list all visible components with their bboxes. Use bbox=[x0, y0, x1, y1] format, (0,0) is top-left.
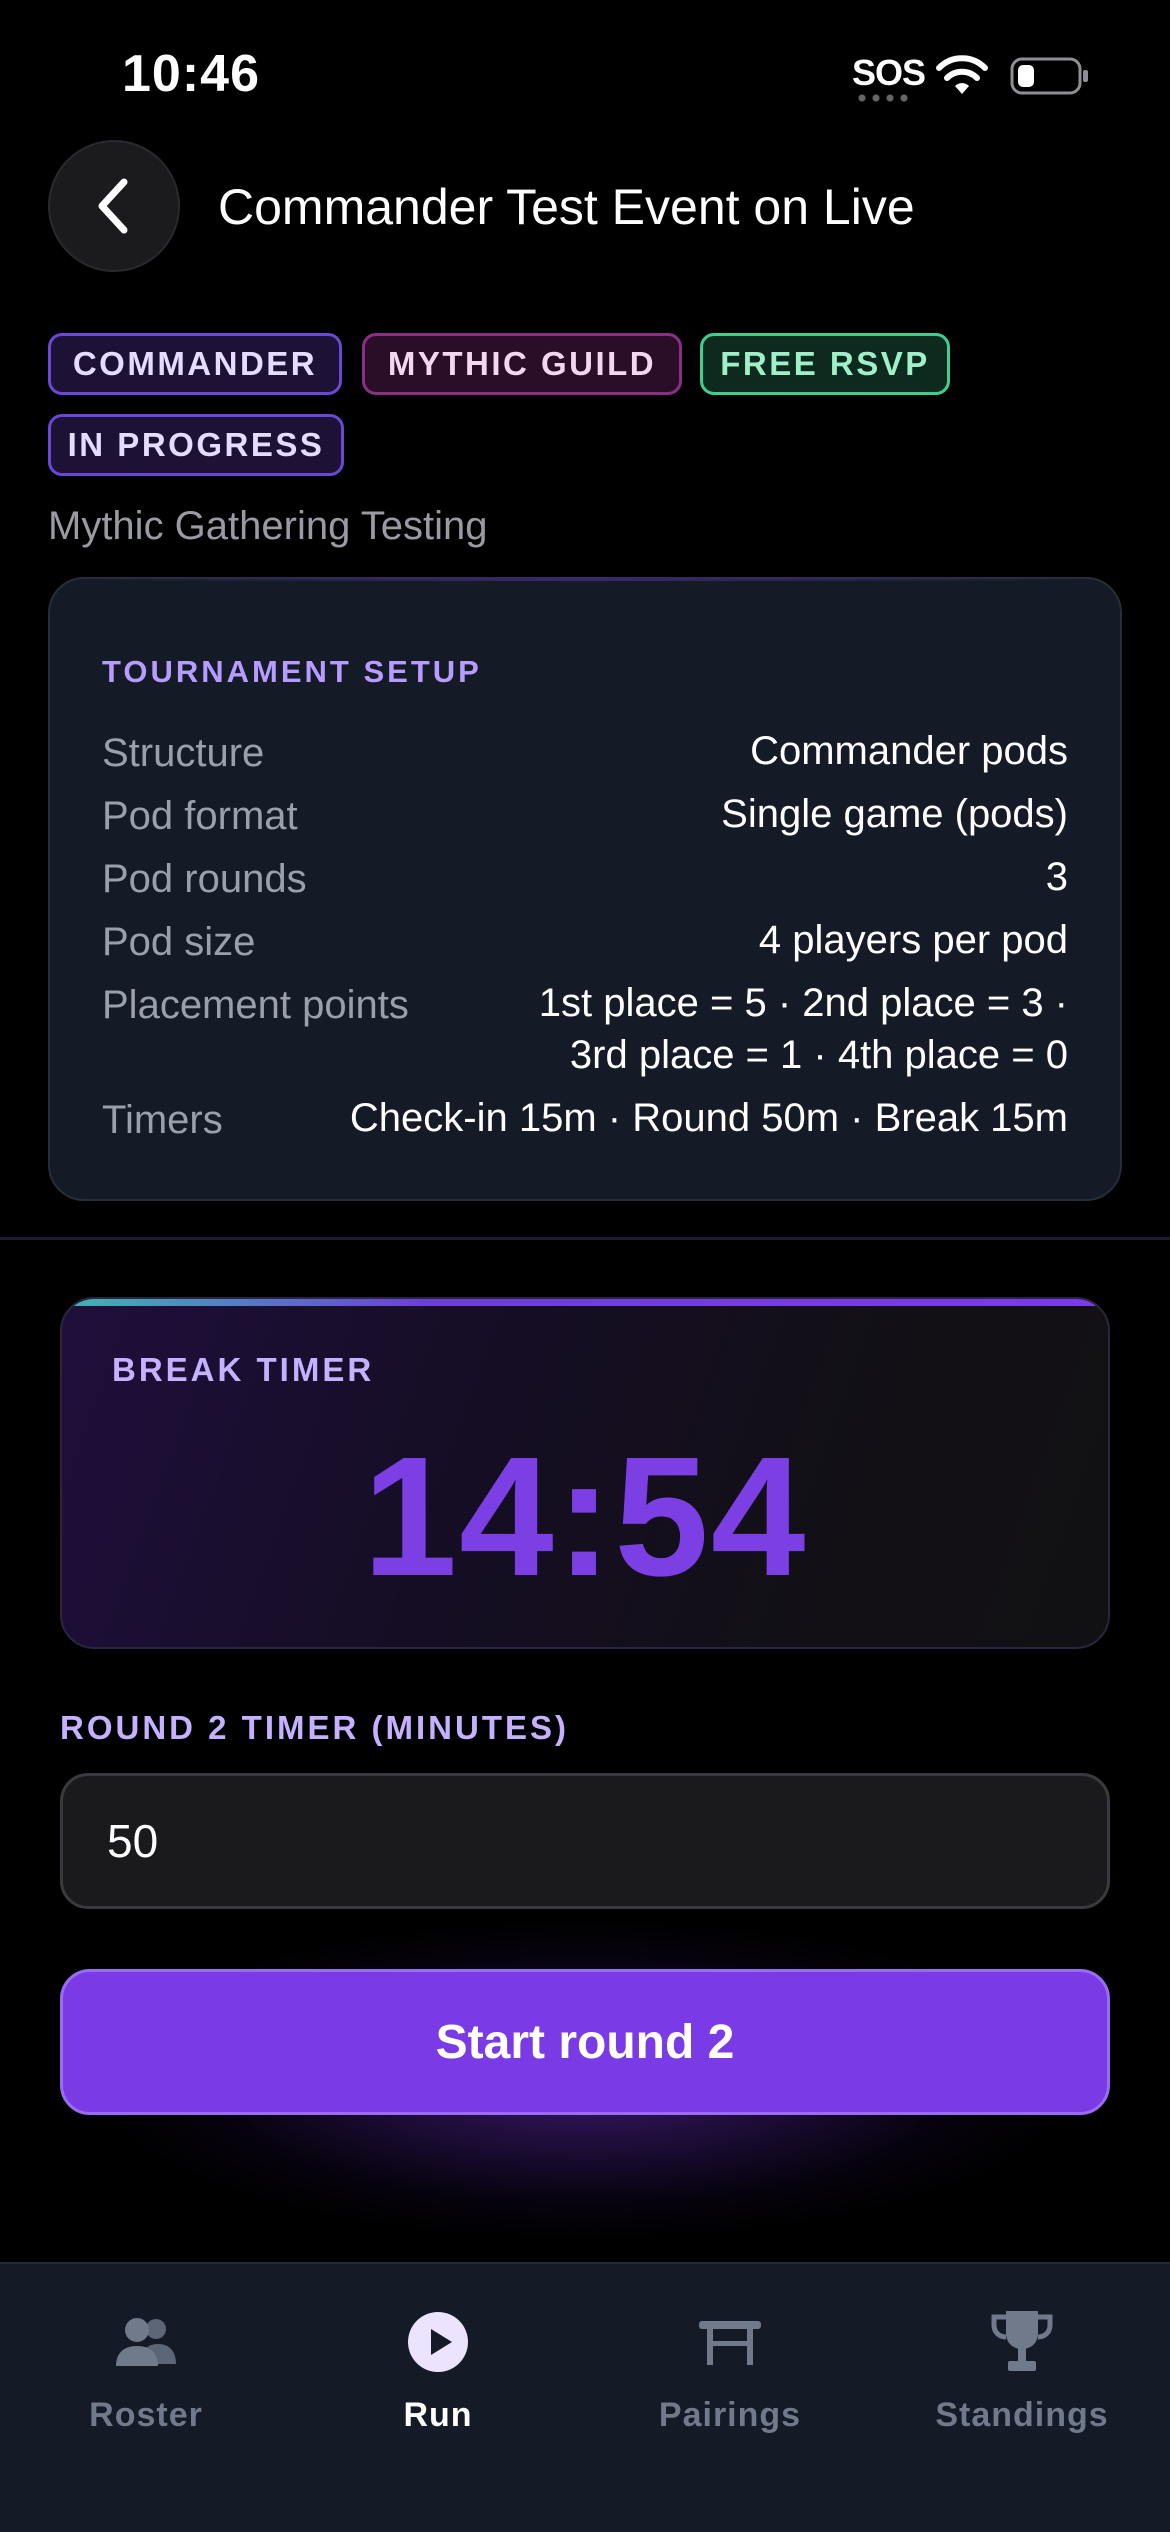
pod-rounds-value: 3 bbox=[1045, 855, 1068, 899]
trophy-icon bbox=[986, 2306, 1058, 2378]
tab-roster-label: Roster bbox=[89, 2396, 203, 2434]
round-timer-label: ROUND 2 TIMER (MINUTES) bbox=[60, 1709, 569, 1746]
break-timer-card: BREAK TIMER 14:54 bbox=[60, 1297, 1110, 1649]
tab-pairings-label: Pairings bbox=[658, 2396, 802, 2434]
status-badge: IN PROGRESS bbox=[48, 414, 344, 476]
battery-icon bbox=[1010, 57, 1088, 95]
tab-standings[interactable]: Standings bbox=[876, 2264, 1168, 2464]
break-timer-label: BREAK TIMER bbox=[112, 1351, 375, 1388]
status-time: 10:46 bbox=[122, 45, 260, 103]
pod-format-label: Pod format bbox=[102, 794, 298, 838]
pod-format-value: Single game (pods) bbox=[721, 792, 1068, 836]
placement-points-value: 1st place = 5 · 2nd place = 3 · 3rd plac… bbox=[539, 977, 1068, 1081]
start-round-button[interactable]: Start round 2 bbox=[60, 1969, 1110, 2115]
placement-points-line-1: 1st place = 5 · 2nd place = 3 · bbox=[538, 981, 1068, 1025]
format-badge: COMMANDER bbox=[48, 333, 342, 395]
tab-run-label: Run bbox=[403, 2396, 473, 2434]
sos-indicator: SOS bbox=[852, 52, 926, 93]
timers-value: Check-in 15m · Round 50m · Break 15m bbox=[349, 1096, 1068, 1140]
structure-label: Structure bbox=[102, 731, 265, 775]
pod-size-value: 4 players per pod bbox=[758, 918, 1068, 962]
rsvp-badge: FREE RSVP bbox=[700, 333, 950, 395]
tab-pairings[interactable]: Pairings bbox=[584, 2264, 876, 2464]
signal-dots-icon bbox=[855, 94, 911, 102]
table-icon bbox=[694, 2306, 766, 2378]
people-icon bbox=[110, 2306, 182, 2378]
structure-value: Commander pods bbox=[750, 729, 1068, 773]
tab-bar: Roster Run Pairings Standings bbox=[0, 2262, 1170, 2532]
section-divider bbox=[0, 1237, 1170, 1240]
guild-badge: MYTHIC GUILD bbox=[362, 333, 682, 395]
placement-points-line-2: 3rd place = 1 · 4th place = 0 bbox=[569, 1033, 1068, 1077]
break-timer-value: 14:54 bbox=[362, 1422, 808, 1612]
tab-run[interactable]: Run bbox=[292, 2264, 584, 2464]
tab-standings-label: Standings bbox=[935, 2396, 1109, 2434]
tab-roster[interactable]: Roster bbox=[0, 2264, 292, 2464]
timers-label: Timers bbox=[102, 1098, 223, 1142]
placement-points-label: Placement points bbox=[102, 983, 409, 1027]
tournament-setup-card: TOURNAMENT SETUP Structure Commander pod… bbox=[48, 577, 1122, 1201]
play-icon bbox=[402, 2306, 474, 2378]
organizer-name: Mythic Gathering Testing bbox=[48, 504, 488, 548]
pod-rounds-label: Pod rounds bbox=[102, 857, 307, 901]
back-button[interactable] bbox=[48, 140, 180, 272]
setup-heading: TOURNAMENT SETUP bbox=[102, 654, 482, 689]
page-title: Commander Test Event on Live bbox=[218, 179, 915, 235]
status-bar: 10:46 SOS bbox=[0, 0, 1170, 150]
wifi-icon bbox=[936, 55, 988, 94]
chevron-left-icon bbox=[98, 178, 128, 234]
pod-size-label: Pod size bbox=[102, 920, 256, 964]
